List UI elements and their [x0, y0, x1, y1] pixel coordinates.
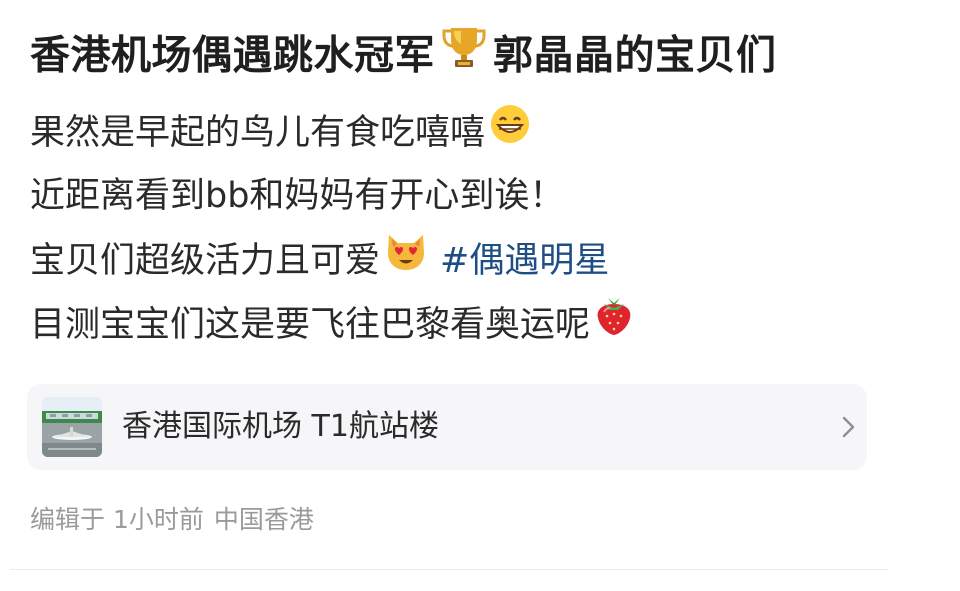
post-line-1-text: 果然是早起的鸟儿有食吃嘻嘻: [30, 113, 486, 153]
divider: [10, 569, 888, 570]
trophy-icon: [441, 22, 487, 85]
strawberry-icon: [592, 294, 636, 352]
hashtag-sign: #: [440, 241, 470, 281]
post-line-2-text: 近距离看到bb和妈妈有开心到诶！: [30, 176, 565, 216]
meta-time: 1小时前: [113, 505, 204, 534]
post-line-3-text: 宝贝们超级活力且可爱: [30, 241, 381, 281]
chevron-right-icon: [835, 412, 863, 442]
grinning-face-icon: [489, 103, 531, 159]
meta-edited: 编辑于: [30, 505, 106, 534]
post-title-suffix: 郭晶晶的宝贝们: [493, 32, 777, 79]
post-line-3: 宝贝们超级活力且可爱 #偶遇明星: [30, 234, 609, 284]
hashtag-link[interactable]: #偶遇明星: [440, 241, 609, 281]
post-title-text: 香港机场偶遇跳水冠军: [30, 32, 435, 79]
hashtag-text: 偶遇明星: [469, 241, 610, 281]
location-card[interactable]: 香港国际机场 T1航站楼: [27, 384, 867, 470]
airport-thumbnail-icon: [42, 397, 102, 457]
post-line-2: 近距离看到bb和妈妈有开心到诶！: [30, 171, 564, 221]
location-name: 香港国际机场 T1航站楼: [122, 409, 439, 444]
meta-place: 中国香港: [213, 505, 314, 534]
heart-eyes-cat-icon: [384, 231, 428, 287]
post-line-4: 目测宝宝们这是要飞往巴黎看奥运呢: [30, 297, 636, 347]
post-title: 香港机场偶遇跳水冠军 郭晶晶的宝贝们: [30, 26, 777, 82]
post-content: 香港机场偶遇跳水冠军 郭晶晶的宝贝们 果然是早起的鸟儿有食吃嘻嘻 近距离看到bb和…: [0, 0, 960, 591]
post-line-4-text: 目测宝宝们这是要飞往巴黎看奥运呢: [30, 305, 591, 345]
post-meta: 编辑于 1小时前 中国香港: [30, 500, 314, 540]
post-line-1: 果然是早起的鸟儿有食吃嘻嘻: [30, 103, 531, 159]
